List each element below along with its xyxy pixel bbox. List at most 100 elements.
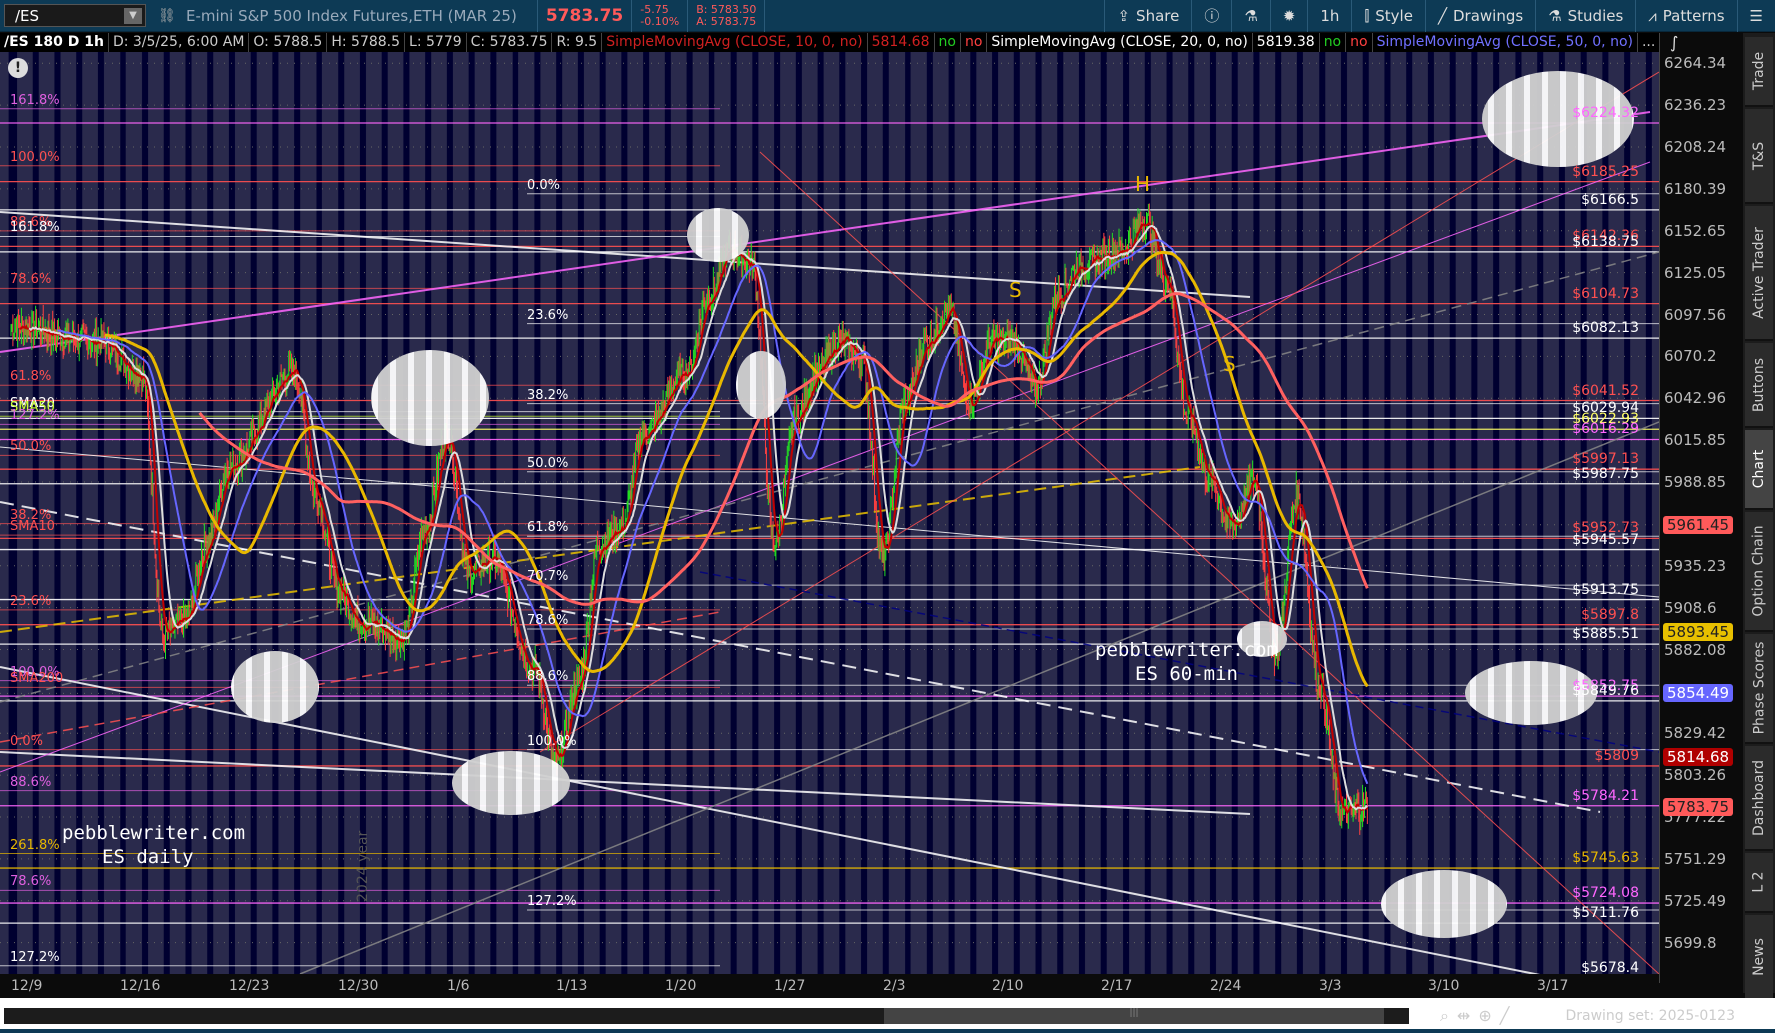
share-label: Share [1136, 6, 1180, 25]
price-tag: 5961.45 [1663, 515, 1734, 534]
price-tick: 6180.39 [1664, 179, 1727, 198]
price-level-label: $5724.08 [1572, 885, 1639, 902]
chart-plot [0, 62, 1659, 974]
crosshair-icon[interactable]: ⊕ [1478, 1006, 1499, 1025]
date-axis: 12/9 12/16 12/23 12/30 1/6 1/13 1/20 1/27 2/3 2/1… [0, 974, 1659, 998]
fib-level-label: 100.0% [10, 149, 60, 165]
date-tick: 12/23 [229, 978, 270, 994]
price-tick: 5803.26 [1664, 766, 1727, 785]
highlight-ellipse [687, 208, 749, 262]
date-tick: 1/27 [774, 978, 806, 994]
price-level-label: $5745.63 [1572, 850, 1639, 867]
share-icon: ⇪ [1117, 6, 1131, 25]
side-tab-label: Active Trader [1751, 226, 1767, 319]
side-tab-label: Dashboard [1751, 759, 1767, 836]
drawing-set[interactable]: Drawing set: 2025-0123 [1565, 1008, 1735, 1024]
info-icon: ⓘ [1204, 7, 1220, 25]
price-level-label: $5711.76 [1572, 905, 1639, 922]
net-change: -5.75 -0.10% [632, 0, 689, 32]
link-icon[interactable]: ⛓ [158, 8, 176, 24]
side-tab-dashboard[interactable]: Dashboard [1745, 746, 1773, 851]
highlight-ellipse [231, 651, 319, 723]
price-tick: 5751.29 [1664, 849, 1727, 868]
scrollbar-thumb[interactable]: ||| [884, 1008, 1384, 1024]
alert-icon[interactable]: ! [8, 58, 28, 78]
fib-level-label: 0.0% [10, 733, 44, 749]
price-level-label: $5784.21 [1572, 787, 1639, 804]
price-tick: 6264.34 [1664, 54, 1727, 73]
side-tab-active-trader[interactable]: Active Trader [1745, 206, 1773, 341]
pattern-shoulder-label: S [1223, 352, 1236, 376]
side-tab-l-2[interactable]: L 2 [1745, 853, 1773, 913]
price-level-label: $5913.75 [1572, 581, 1639, 598]
year-divider-label: 2024 year [355, 830, 371, 902]
fib-level-label: 161.8% [10, 92, 60, 108]
side-tab-label: Option Chain [1751, 525, 1768, 617]
side-tab-t-s[interactable]: T&S [1745, 109, 1773, 204]
price-tick: 5882.08 [1664, 640, 1727, 659]
side-tab-option-chain[interactable]: Option Chain [1745, 512, 1773, 632]
price-level-label: $5678.4 [1581, 959, 1639, 974]
date-tick: 1/13 [556, 978, 588, 994]
date-tick: 2/24 [1210, 978, 1242, 994]
side-tab-label: T&S [1751, 141, 1768, 170]
side-tabs: Trade T&S Active Trader Buttons Chart Option … [1743, 33, 1775, 1000]
side-tab-label: Trade [1751, 51, 1767, 91]
chevron-down-icon[interactable]: ▼ [124, 7, 142, 24]
side-tab-buttons[interactable]: Buttons [1745, 343, 1773, 428]
side-tab-label: News [1751, 937, 1767, 976]
info-button[interactable]: ⓘ [1191, 0, 1231, 32]
study-flag: no [961, 33, 988, 52]
flask-button[interactable]: ⚗ [1231, 0, 1269, 32]
symbol-selector[interactable]: /ES ▼ [4, 4, 146, 27]
bar-date: D: 3/5/25, 6:00 AM [109, 33, 250, 52]
patterns-label: Patterns [1662, 6, 1725, 25]
studies-button[interactable]: ⚗ Studies [1535, 0, 1635, 32]
side-tab-news[interactable]: News [1745, 915, 1773, 1000]
pencil-icon[interactable]: ╱ [1500, 1006, 1518, 1025]
side-tab-chart[interactable]: Chart [1745, 430, 1773, 510]
chart-symbol: /ES 180 D 1h [0, 33, 109, 52]
watermark-daily: pebblewriter.com ES daily [62, 821, 245, 869]
share-button[interactable]: ⇪ Share [1104, 0, 1191, 32]
fib-level-label: 23.6% [10, 593, 52, 609]
date-tick: 3/3 [1319, 978, 1342, 994]
patterns-icon: ⩘ [1648, 6, 1657, 25]
menu-button[interactable]: ☰ [1736, 0, 1775, 32]
watermark-hourly: pebblewriter.com ES 60-min [1095, 638, 1278, 686]
date-tick: 12/9 [11, 978, 43, 994]
study-sma200 [198, 292, 1369, 606]
horizontal-scrollbar[interactable]: ||| [4, 1008, 1409, 1024]
study-sma20-value: 5819.38 [1253, 33, 1320, 52]
fib-level-label: 50.0% [10, 439, 52, 455]
patterns-button[interactable]: ⩘ Patterns [1635, 0, 1736, 32]
autoscale-icon[interactable]: ∫ [1670, 33, 1678, 52]
study-sma10 [18, 222, 1369, 815]
price-level-label: $6224.32 [1572, 104, 1639, 121]
symbol-value: /ES [15, 6, 40, 25]
timeframe-button[interactable]: 1h [1307, 0, 1351, 32]
highlight-ellipse [736, 351, 786, 419]
watermark-timeframe: ES daily [102, 846, 194, 868]
highlight-ellipse [452, 751, 570, 815]
side-tab-phase-scores[interactable]: Phase Scores [1745, 634, 1773, 744]
price-tag: 5854.49 [1663, 684, 1734, 703]
price-axis[interactable]: ∫ 6264.34 6236.23 6208.24 6180.39 6152.65 612… [1659, 33, 1743, 983]
fib-level-label: 61.8% [10, 369, 52, 385]
study-sma10[interactable]: SimpleMovingAvg (CLOSE, 10, 0, no) [602, 33, 868, 52]
bar-range: R: 9.5 [552, 33, 603, 52]
date-tick: 12/16 [120, 978, 161, 994]
zoom-icon[interactable]: ⌕ [1440, 1006, 1457, 1025]
price-chart[interactable]: ! $6224.32 $6185.25 $6166.5 $6142.36 $6138.7… [0, 52, 1659, 974]
fib-level-label: 50.0% [527, 455, 569, 471]
study-sma20[interactable]: SimpleMovingAvg (CLOSE, 20, 0, no) [987, 33, 1253, 52]
pan-icon[interactable]: ⇹ [1457, 1006, 1478, 1025]
style-button[interactable]: ⫿ Style [1351, 0, 1425, 32]
studies-label: Studies [1567, 6, 1624, 25]
settings-button[interactable]: ✹ [1269, 0, 1308, 32]
drawings-button[interactable]: ╱ Drawings [1424, 0, 1535, 32]
price-level-label: $5945.57 [1572, 531, 1639, 548]
more-studies[interactable]: ... [1638, 33, 1659, 52]
study-sma50[interactable]: SimpleMovingAvg (CLOSE, 50, 0, no) [1373, 33, 1638, 52]
side-tab-trade[interactable]: Trade [1745, 37, 1773, 107]
